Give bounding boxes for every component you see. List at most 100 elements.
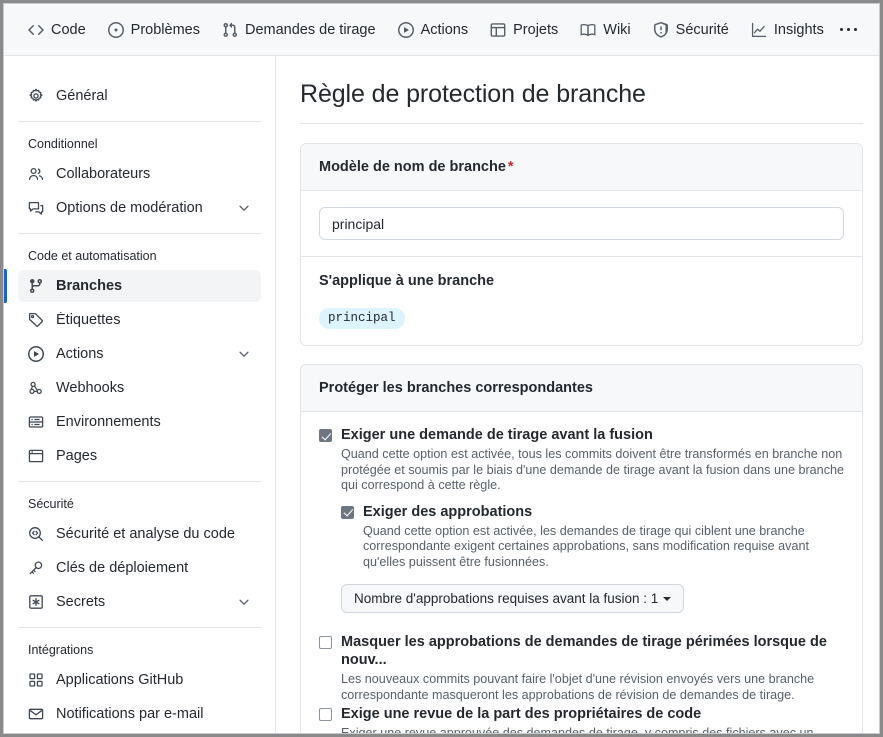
chevron-down-icon [663, 596, 672, 601]
applies-to-title: S'applique à une branche [319, 273, 495, 289]
sidebar-divider [18, 481, 261, 482]
protect-matching-branches-card: Protéger les branches correspondantes Ex… [300, 364, 863, 733]
sidebar-item-webhooks[interactable]: Webhooks [18, 372, 261, 404]
nav-more-button[interactable] [836, 22, 862, 38]
option-label[interactable]: Exiger des approbations [363, 503, 532, 521]
nav-item-label: Actions [420, 21, 469, 38]
dismiss-stale-approvals-checkbox[interactable] [319, 636, 332, 649]
card-header: Protéger les branches correspondantes [301, 365, 862, 412]
branch-pattern-input-section [301, 191, 862, 256]
card-header-label: Modèle de nom de branche [319, 159, 506, 175]
nav-item-label: Demandes de tirage [244, 21, 376, 38]
option-row: Exiger des approbations [341, 503, 844, 521]
sidebar-item-securite-analyse-code[interactable]: Sécurité et analyse du code [18, 518, 261, 550]
branch-tag: principal [319, 308, 405, 329]
nav-item-insights[interactable]: Insights [743, 18, 832, 42]
sidebar-item-options-de-moderation[interactable]: Options de modération [18, 192, 261, 224]
sidebar-item-label: Options de modération [56, 200, 203, 216]
key-icon [28, 560, 44, 576]
browser-window: Code Problèmes Demandes de tirage Action… [3, 3, 880, 734]
sidebar-item-label: Étiquettes [56, 312, 121, 328]
sidebar-item-secrets[interactable]: Secrets [18, 586, 261, 618]
sidebar-group-integrations: Intégrations Applications GitHub Notific… [4, 637, 275, 730]
option-require-approvals: Exiger des approbations Quand cette opti… [341, 503, 844, 571]
sidebar-item-applications-github[interactable]: Applications GitHub [18, 664, 261, 696]
main-content: Règle de protection de branche Modèle de… [276, 56, 879, 733]
sidebar-item-cles-de-deploiement[interactable]: Clés de déploiement [18, 552, 261, 584]
nav-item-label: Code [51, 21, 86, 38]
sidebar-section-header: Code et automatisation [28, 249, 157, 263]
require-code-owner-review-checkbox[interactable] [319, 708, 332, 721]
nav-item-label: Problèmes [130, 21, 200, 38]
nav-item-wiki[interactable]: Wiki [572, 18, 638, 42]
webhook-icon [28, 380, 44, 396]
issue-opened-icon [107, 21, 124, 38]
option-row: Masquer les approbations de demandes de … [319, 633, 844, 669]
sidebar-item-etiquettes[interactable]: Étiquettes [18, 304, 261, 336]
play-icon [28, 346, 44, 362]
nav-item-pull-requests[interactable]: Demandes de tirage [214, 18, 384, 42]
sidebar-item-label: Branches [56, 278, 123, 294]
sidebar-group-securite: Sécurité Sécurité et analyse du code Clé… [4, 491, 275, 618]
option-dismiss-stale-approvals: Masquer les approbations de demandes de … [319, 633, 844, 703]
nav-item-label: Projets [513, 21, 559, 38]
settings-sidebar: Général Conditionnel Collaborateurs Opti… [4, 56, 276, 733]
sidebar-item-label: Webhooks [56, 380, 125, 396]
sidebar-section-header: Sécurité [28, 497, 74, 511]
sidebar-item-pages[interactable]: Pages [18, 440, 261, 472]
codescan-icon [28, 526, 44, 542]
sidebar-item-general[interactable]: Général [18, 80, 261, 112]
page-title: Règle de protection de branche [300, 80, 646, 108]
play-icon [397, 21, 414, 38]
sidebar-item-actions[interactable]: Actions [18, 338, 261, 370]
option-row: Exige une revue de la part des propriéta… [319, 705, 844, 723]
browser-icon [28, 448, 44, 464]
sidebar-item-environnements[interactable]: Environnements [18, 406, 261, 438]
nav-item-issues[interactable]: Problèmes [100, 18, 208, 42]
require-pull-request-checkbox[interactable] [319, 429, 332, 442]
sidebar-item-branches[interactable]: Branches [4, 269, 261, 303]
nav-item-actions[interactable]: Actions [390, 18, 477, 42]
sidebar-divider [18, 627, 261, 628]
nav-item-label: Wiki [603, 21, 631, 38]
sidebar-divider [18, 233, 261, 234]
chevron-down-icon[interactable] [237, 595, 251, 609]
sidebar-item-label: Notifications par e-mail [56, 706, 204, 722]
apps-icon [28, 672, 44, 688]
sidebar-group-top: Général [4, 80, 275, 112]
gear-icon [28, 88, 44, 104]
require-approvals-checkbox[interactable] [341, 505, 354, 519]
option-row: Exiger une demande de tirage avant la fu… [319, 426, 844, 444]
required-approvals-dropdown[interactable]: Nombre d'approbations requises avant la … [341, 584, 685, 613]
required-approvals-dropdown-label: Nombre d'approbations requises avant la … [354, 591, 659, 606]
nav-item-security[interactable]: Sécurité [645, 18, 737, 42]
option-label[interactable]: Exiger une demande de tirage avant la fu… [341, 426, 653, 444]
server-icon [28, 414, 44, 430]
applies-to-section: S'applique à une branche principal [301, 256, 862, 345]
repository-nav: Code Problèmes Demandes de tirage Action… [4, 4, 879, 56]
tag-icon [28, 312, 44, 328]
option-label[interactable]: Masquer les approbations de demandes de … [341, 633, 844, 669]
sidebar-item-label: Clés de déploiement [56, 560, 189, 576]
chevron-down-icon[interactable] [237, 347, 251, 361]
protect-options-body: Exiger une demande de tirage avant la fu… [301, 412, 862, 733]
sidebar-item-notifications-par-email[interactable]: Notifications par e-mail [18, 698, 261, 730]
sidebar-item-collaborateurs[interactable]: Collaborateurs [18, 158, 261, 190]
chevron-down-icon[interactable] [237, 201, 251, 215]
branch-name-pattern-input[interactable] [319, 207, 844, 240]
option-description: Les nouveaux commits pouvant faire l'obj… [341, 672, 815, 702]
graph-icon [751, 22, 767, 38]
nav-item-projects[interactable]: Projets [482, 18, 566, 42]
dot [839, 27, 843, 32]
table-icon [490, 22, 506, 38]
option-description: Quand cette option est activée, tous les… [341, 447, 844, 492]
option-label[interactable]: Exige une revue de la part des propriéta… [341, 705, 701, 723]
dot [846, 27, 850, 32]
option-require-pull-request: Exiger une demande de tirage avant la fu… [319, 426, 844, 494]
option-require-code-owner-review: Exige une revue de la part des propriéta… [319, 705, 844, 733]
sidebar-item-label: Pages [56, 448, 98, 464]
book-icon [580, 22, 596, 38]
code-icon [28, 22, 44, 38]
nav-item-code[interactable]: Code [20, 18, 94, 42]
